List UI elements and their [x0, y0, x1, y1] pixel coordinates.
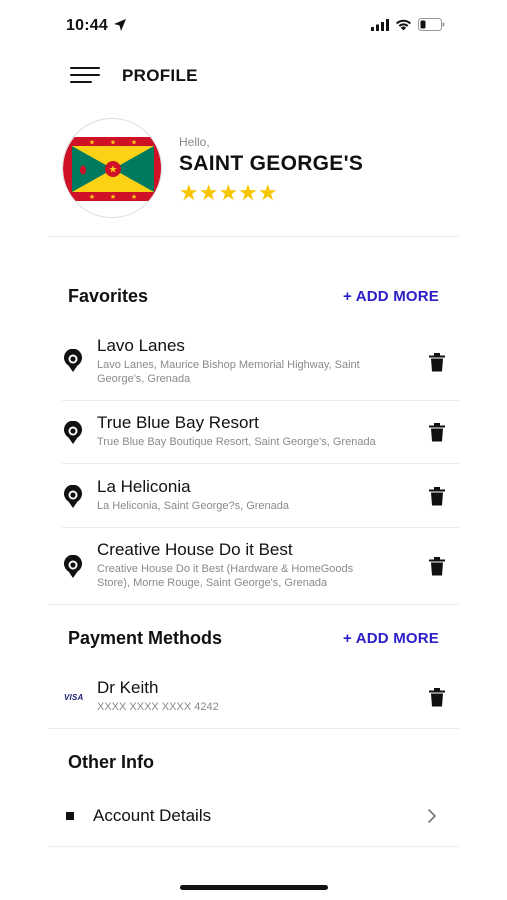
svg-text:★: ★: [131, 139, 137, 147]
favorite-item[interactable]: True Blue Bay Resort True Blue Bay Bouti…: [62, 413, 445, 455]
payment-title: Payment Methods: [68, 628, 223, 648]
delete-icon[interactable]: [429, 487, 445, 506]
account-details-label: Account Details: [93, 806, 212, 825]
favorite-item[interactable]: La Heliconia La Heliconia, Saint George?…: [62, 477, 445, 519]
divider: [62, 400, 459, 401]
delete-icon[interactable]: [429, 688, 445, 707]
account-details-item[interactable]: Account Details: [66, 800, 437, 832]
grenada-flag-image: ★ ★ ★ ★ ★ ★ ★: [63, 119, 161, 217]
page-title: PROFILE: [122, 66, 198, 85]
status-icons: [371, 18, 445, 31]
svg-text:★: ★: [131, 193, 137, 201]
favorites-title: Favorites: [68, 286, 149, 306]
favorite-name: True Blue Bay Resort: [97, 413, 259, 432]
delete-icon[interactable]: [429, 423, 445, 442]
menu-icon[interactable]: [70, 67, 100, 85]
bullet-icon: [66, 812, 74, 820]
favorite-address: La Heliconia, Saint George?s, Grenada: [97, 500, 290, 512]
card-number: XXXX XXXX XXXX 4242: [97, 701, 219, 713]
svg-text:★: ★: [109, 165, 118, 176]
divider: [62, 463, 459, 464]
home-indicator[interactable]: [180, 885, 328, 890]
divider: [48, 236, 459, 237]
greeting-text: Hello,: [179, 135, 210, 149]
favorite-address: Lavo Lanes, Maurice Bishop Memorial High…: [97, 359, 360, 385]
favorite-item[interactable]: Creative House Do it Best Creative House…: [62, 540, 445, 596]
wifi-icon: [396, 19, 411, 30]
status-time: 10:44: [66, 17, 108, 34]
location-pin-icon: [64, 555, 82, 578]
favorite-name: Creative House Do it Best: [97, 540, 293, 559]
svg-text:★: ★: [110, 193, 116, 201]
location-pin-icon: [64, 421, 82, 444]
favorite-address: Creative House Do it Best (Hardware & Ho…: [97, 563, 354, 589]
divider: [62, 527, 459, 528]
delete-icon[interactable]: [429, 353, 445, 372]
add-payment-button[interactable]: + ADD MORE: [343, 630, 439, 647]
battery-icon: [418, 18, 445, 31]
avatar[interactable]: ★ ★ ★ ★ ★ ★ ★: [62, 118, 162, 218]
card-holder-name: Dr Keith: [97, 678, 159, 697]
favorite-address: True Blue Bay Boutique Resort, Saint Geo…: [97, 436, 376, 448]
visa-logo-icon: VISA: [64, 693, 84, 702]
divider: [48, 846, 459, 847]
app-header: PROFILE: [70, 62, 467, 90]
chevron-right-icon: [428, 809, 436, 823]
svg-text:★: ★: [89, 193, 95, 201]
delete-icon[interactable]: [429, 557, 445, 576]
payment-header: Payment Methods + ADD MORE: [68, 628, 439, 649]
payment-card-item[interactable]: VISA Dr Keith XXXX XXXX XXXX 4242: [62, 678, 445, 720]
favorite-name: Lavo Lanes: [97, 336, 185, 355]
favorite-name: La Heliconia: [97, 477, 191, 496]
divider: [48, 604, 459, 605]
favorite-item[interactable]: Lavo Lanes Lavo Lanes, Maurice Bishop Me…: [62, 336, 445, 392]
other-info-header: Other Info: [68, 752, 439, 773]
add-favorite-button[interactable]: + ADD MORE: [343, 288, 439, 305]
svg-text:★: ★: [89, 139, 95, 147]
svg-text:★: ★: [110, 139, 116, 147]
location-arrow-icon: [114, 19, 126, 31]
other-info-title: Other Info: [68, 752, 154, 772]
location-pin-icon: [64, 485, 82, 508]
status-bar: 10:44: [0, 0, 507, 50]
rating-stars: ★★★★★: [179, 180, 278, 205]
favorites-header: Favorites + ADD MORE: [68, 286, 439, 307]
profile-card: ★ ★ ★ ★ ★ ★ ★ Hello, SAINT GEORGE'S ★★★★…: [62, 118, 459, 218]
location-pin-icon: [64, 349, 82, 372]
signal-icon: [371, 18, 389, 31]
divider: [48, 728, 459, 729]
profile-name: SAINT GEORGE'S: [179, 152, 364, 175]
